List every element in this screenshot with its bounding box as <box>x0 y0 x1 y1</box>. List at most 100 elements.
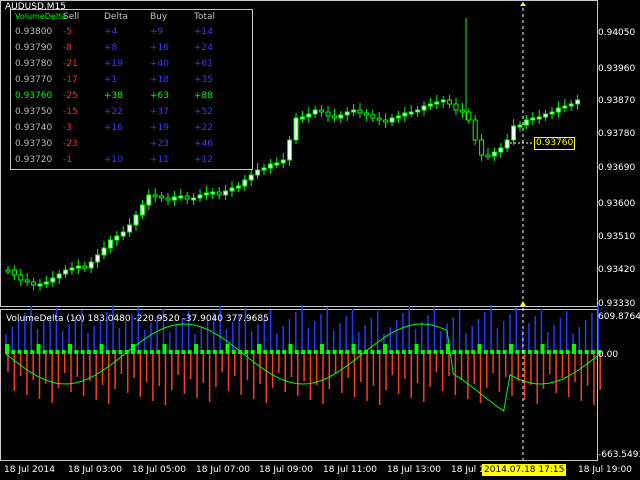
delta-bar <box>565 350 570 354</box>
cell-buy: +9 <box>150 27 164 37</box>
candle-body <box>197 194 203 199</box>
candle-body <box>447 99 453 105</box>
delta-bar <box>23 350 28 354</box>
delta-bar <box>414 344 419 354</box>
price-label: 0.94050 <box>598 28 636 38</box>
table-row: 0.93780 -21 +19 +40 +61 <box>11 58 250 71</box>
candle-body <box>562 105 568 109</box>
price-label: 0.93690 <box>598 163 636 173</box>
cell-total: +22 <box>194 123 213 133</box>
delta-bar <box>578 350 583 354</box>
candle-body <box>267 163 273 169</box>
candle-body <box>485 154 491 158</box>
delta-bar <box>294 350 299 354</box>
delta-bar <box>483 350 488 354</box>
candle-body <box>376 117 382 121</box>
cell-sell: -8 <box>63 43 72 53</box>
cell-delta: +8 <box>104 43 118 53</box>
delta-bar <box>357 350 362 354</box>
cell-sell: -23 <box>63 139 78 149</box>
cell-buy: +37 <box>150 107 169 117</box>
delta-bar <box>351 344 356 354</box>
candle-body <box>555 107 561 113</box>
candle-body <box>344 111 350 116</box>
delta-bar <box>345 350 350 354</box>
candle-body <box>63 269 69 275</box>
table-row: 0.93740 -3 +16 +19 +22 <box>11 122 250 135</box>
header-sell: Sell <box>63 12 80 22</box>
candle-body <box>568 103 574 107</box>
candle-body <box>402 112 408 117</box>
delta-bar <box>452 350 457 354</box>
candle-body <box>37 283 43 287</box>
delta-bar <box>502 350 507 354</box>
delta-bar <box>559 350 564 354</box>
time-label: 18 Jul 05:00 <box>132 465 186 475</box>
delta-bar <box>225 344 230 354</box>
delta-bar <box>275 350 280 354</box>
table-row: 0.93750 -15 +22 +37 +52 <box>11 106 250 119</box>
table-row: 0.93760 -25 +38 +63 +88 <box>11 90 250 103</box>
candle-body <box>75 265 81 269</box>
candle-body <box>453 103 459 111</box>
delta-bar <box>200 350 205 354</box>
cell-delta: +16 <box>104 123 123 133</box>
delta-bar <box>80 350 85 354</box>
chart-window[interactable]: AUDUSD,M15 VolumeDelta Sell Delta Buy To… <box>0 0 640 480</box>
cell-sell: -21 <box>63 59 78 69</box>
candle-body <box>120 231 126 237</box>
cell-price: 0.93770 <box>15 75 53 85</box>
candle-body <box>408 111 414 115</box>
candle-body <box>69 267 75 271</box>
candle-body <box>415 109 421 113</box>
delta-bar <box>181 350 186 354</box>
candle-body <box>479 139 485 156</box>
candle-body <box>357 109 363 114</box>
candle-body <box>50 277 56 283</box>
delta-bar <box>143 350 148 354</box>
candle-body <box>511 125 517 141</box>
table-row: 0.93800 -5 +4 +9 +14 <box>11 26 250 39</box>
indicator-max-label: 609.8764 <box>598 312 640 322</box>
header-delta: Delta <box>104 12 129 22</box>
candle-body <box>95 254 101 263</box>
candle-body <box>56 273 62 279</box>
delta-bar <box>61 350 66 354</box>
current-price-tag: 0.93760 <box>534 137 576 150</box>
candle-body <box>165 197 171 201</box>
crosshair-top-marker <box>520 2 526 6</box>
candle-body <box>370 114 376 119</box>
delta-bar <box>383 344 387 354</box>
delta-bar <box>105 350 110 354</box>
table-row: 0.93720 -1 +10 +11 +12 <box>11 154 250 167</box>
candle-body <box>133 214 139 226</box>
candle-body <box>459 109 465 113</box>
delta-bar <box>17 350 22 354</box>
candle-body <box>427 103 433 107</box>
candle-body <box>363 112 369 116</box>
candle-body <box>543 113 549 118</box>
candle-body <box>31 281 37 286</box>
cell-price: 0.93740 <box>15 123 53 133</box>
candle-body <box>440 99 446 103</box>
delta-bar <box>175 350 180 354</box>
candle-body <box>178 195 184 199</box>
price-label: 0.93420 <box>598 265 636 275</box>
delta-bar <box>439 350 444 354</box>
delta-bar <box>187 350 192 354</box>
candle-body <box>242 179 248 187</box>
candle-body <box>159 195 165 199</box>
candle-body <box>171 196 177 201</box>
candle-body <box>216 191 222 196</box>
candle-body <box>255 169 261 176</box>
delta-bar <box>584 350 589 354</box>
cell-total: +52 <box>194 107 213 117</box>
delta-bar <box>55 350 60 354</box>
delta-bar <box>477 344 482 354</box>
delta-bar <box>307 350 312 354</box>
candle-body <box>107 239 113 249</box>
time-label-last: 18 Jul 19:00 <box>578 465 632 475</box>
delta-bar <box>168 350 173 354</box>
candle-body <box>101 247 107 256</box>
candle-body <box>504 139 510 149</box>
